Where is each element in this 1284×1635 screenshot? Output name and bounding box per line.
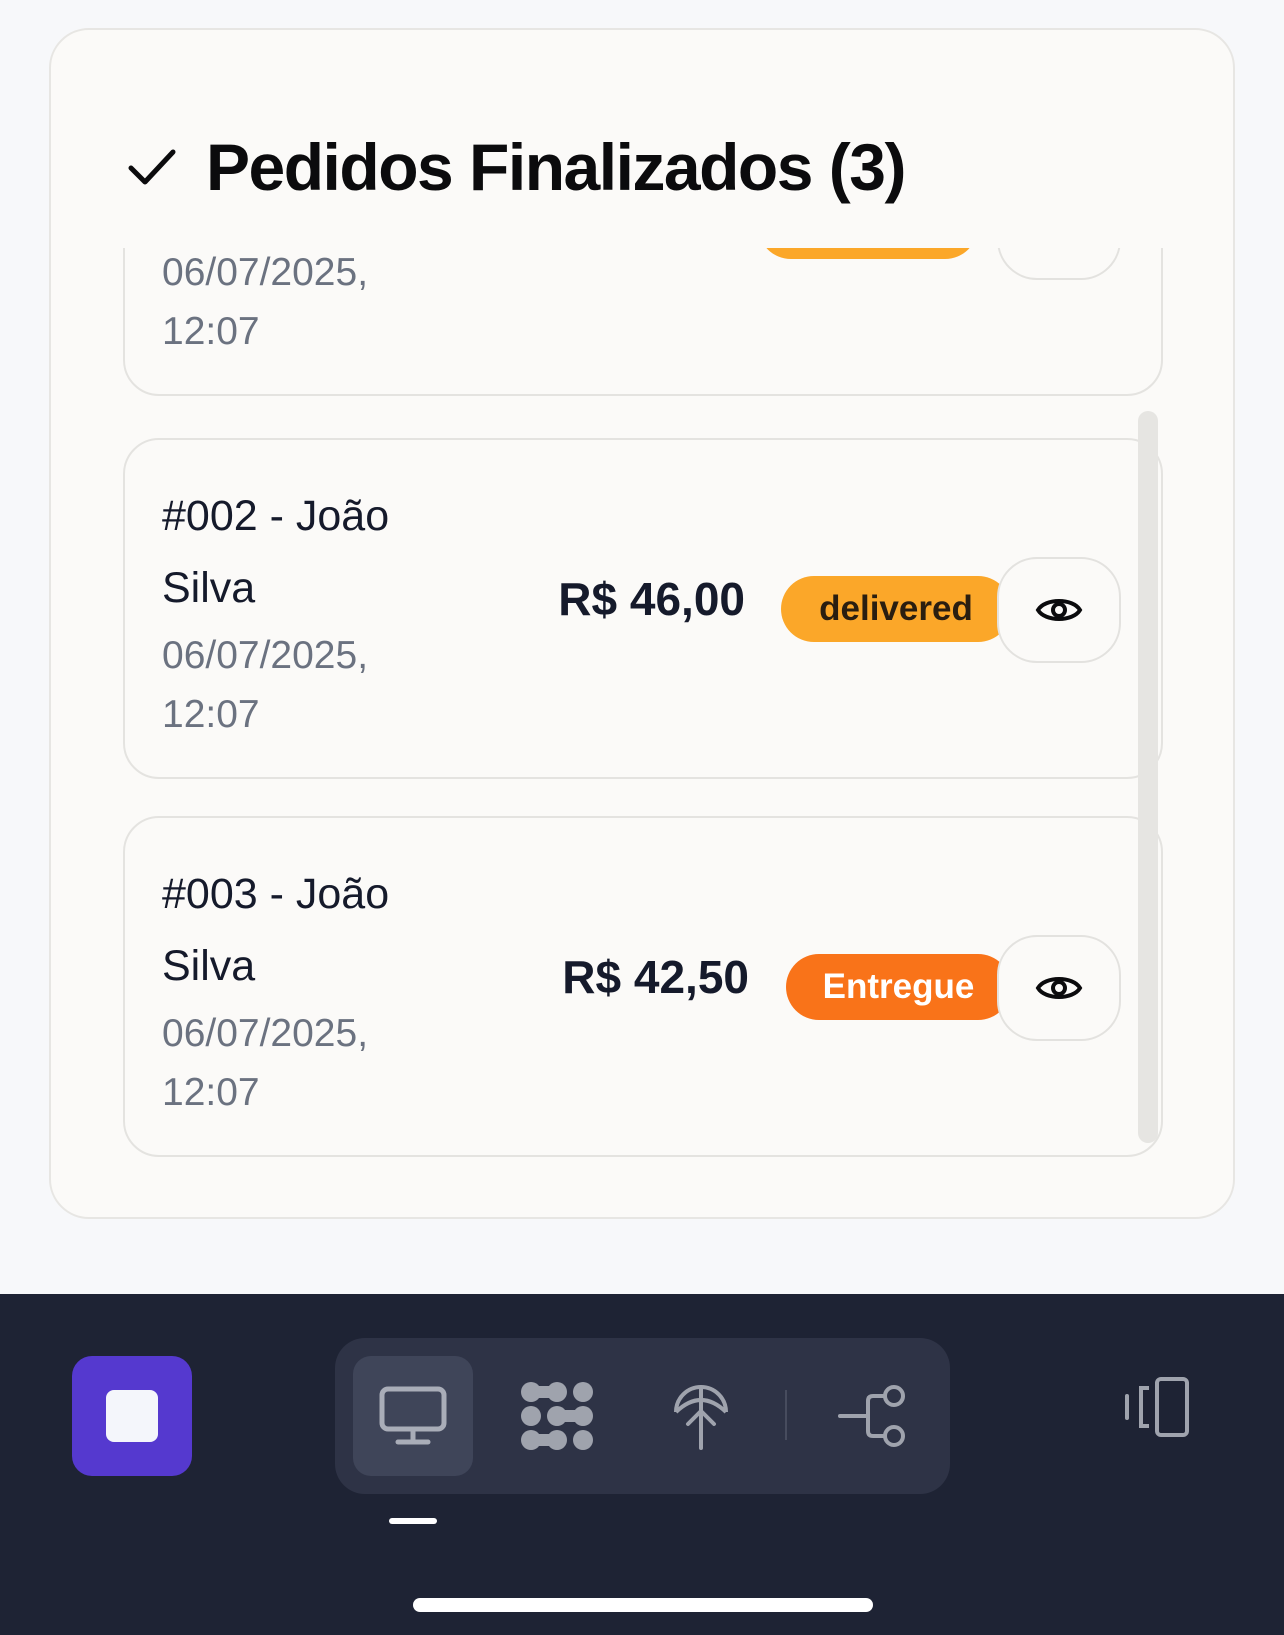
branch-icon (838, 1385, 905, 1447)
device-rotate-icon (1125, 1377, 1189, 1437)
card-header: Pedidos Finalizados (3) (126, 122, 906, 212)
monitor-tool-button[interactable] (353, 1356, 473, 1476)
toolbar-divider (785, 1390, 787, 1440)
order-name: #003 - João Silva (162, 870, 390, 990)
order-price: R$ 46,00 (558, 573, 745, 625)
order-card[interactable]: #002 - João Silva 06/07/2025, 12:07 R$ 4… (123, 438, 1163, 779)
antenna-icon (674, 1385, 728, 1450)
antenna-tool-button[interactable] (641, 1356, 761, 1476)
eye-icon (1035, 599, 1083, 621)
stop-button[interactable] (72, 1356, 192, 1476)
dock-toolbar (335, 1338, 950, 1494)
orders-list[interactable]: 06/07/2025, 12:07 #002 - João Silva 06/0… (123, 248, 1223, 1188)
status-badge: Entregue (786, 954, 1011, 1020)
view-order-button[interactable] (997, 557, 1121, 663)
stop-icon (106, 1390, 158, 1442)
order-card[interactable]: 06/07/2025, 12:07 (123, 248, 1163, 396)
order-date: 06/07/2025, 12:07 (162, 1012, 369, 1114)
order-date: 06/07/2025, 12:07 (162, 251, 369, 353)
home-indicator[interactable] (413, 1598, 873, 1612)
status-badge (758, 248, 978, 259)
order-card[interactable]: #003 - João Silva 06/07/2025, 12:07 R$ 4… (123, 816, 1163, 1157)
list-scrollbar[interactable] (1138, 411, 1158, 1143)
branch-tool-button[interactable] (813, 1356, 933, 1476)
order-name: #002 - João Silva (162, 492, 390, 612)
status-badge: delivered (781, 576, 1011, 642)
active-tab-indicator (389, 1518, 437, 1524)
view-order-button[interactable] (997, 935, 1121, 1041)
view-order-button[interactable] (997, 248, 1121, 280)
bottom-dock (0, 1294, 1284, 1635)
check-icon (126, 141, 178, 193)
order-date: 06/07/2025, 12:07 (162, 634, 369, 736)
app-screen: Pedidos Finalizados (3) 06/07/2025, 12:0… (0, 0, 1284, 1635)
apps-grid-icon (521, 1382, 593, 1450)
eye-icon (1035, 977, 1083, 999)
finished-orders-card: Pedidos Finalizados (3) 06/07/2025, 12:0… (49, 28, 1235, 1219)
order-price: R$ 42,50 (562, 951, 749, 1003)
monitor-icon (379, 1386, 447, 1445)
apps-tool-button[interactable] (497, 1356, 617, 1476)
device-rotate-button[interactable] (1110, 1352, 1200, 1462)
section-title: Pedidos Finalizados (3) (206, 130, 906, 204)
